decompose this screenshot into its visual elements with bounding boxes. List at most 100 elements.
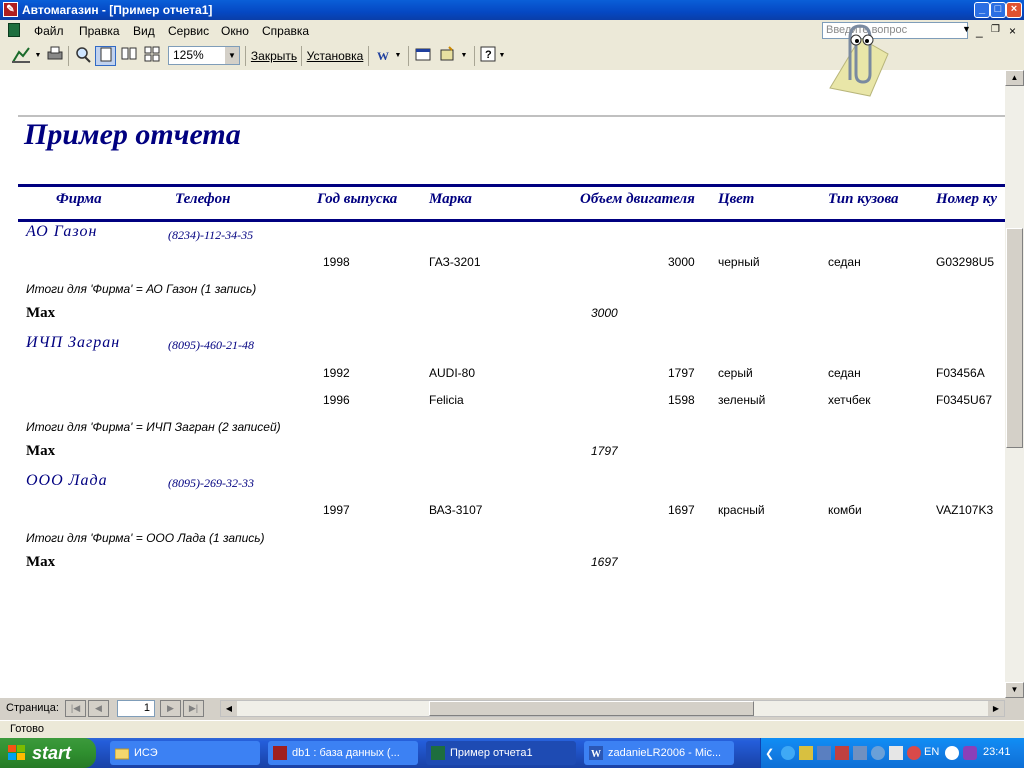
menu-view[interactable]: Вид bbox=[133, 24, 155, 38]
tray-messenger-icon[interactable] bbox=[963, 746, 977, 760]
group-phone: (8095)-460-21-48 bbox=[168, 338, 254, 352]
database-window-icon[interactable] bbox=[413, 46, 435, 66]
column-header: Год выпуска bbox=[317, 191, 398, 207]
cell-model: ВАЗ-3107 bbox=[429, 503, 483, 517]
scroll-right-icon[interactable]: ▶ bbox=[988, 701, 1004, 716]
form-icon[interactable] bbox=[8, 23, 20, 37]
taskbar-item[interactable]: ИСЭ bbox=[110, 741, 260, 765]
max-value: 1697 bbox=[591, 555, 618, 569]
column-header: Тип кузова bbox=[828, 191, 899, 207]
column-header: Фирма bbox=[56, 191, 102, 207]
next-page-icon[interactable]: ▶ bbox=[160, 700, 181, 717]
tray-app-icon[interactable] bbox=[781, 746, 795, 760]
scroll-down-icon[interactable]: ▼ bbox=[1005, 682, 1024, 698]
tray-search-icon[interactable] bbox=[945, 746, 959, 760]
tray-display-icon[interactable] bbox=[853, 746, 867, 760]
two-pages-icon[interactable] bbox=[118, 46, 139, 66]
new-object-icon[interactable] bbox=[437, 46, 459, 66]
ask-dropdown-icon[interactable]: ▼ bbox=[962, 24, 971, 34]
start-label: start bbox=[32, 743, 72, 763]
office-assistant-icon[interactable] bbox=[820, 18, 890, 98]
view-design-icon[interactable] bbox=[8, 46, 34, 66]
first-page-icon[interactable]: |◀ bbox=[65, 700, 86, 717]
mdi-minimize-button[interactable]: _ bbox=[976, 24, 983, 38]
cell-engine: 1697 bbox=[668, 503, 695, 517]
maximize-button[interactable]: □ bbox=[990, 2, 1006, 18]
mdi-restore-button[interactable]: ❐ bbox=[991, 24, 1000, 35]
scroll-left-icon[interactable]: ◀ bbox=[221, 701, 237, 716]
cell-number: VAZ107K3 bbox=[936, 503, 994, 517]
minimize-button[interactable]: _ bbox=[974, 2, 990, 18]
group-firm: ООО Лада bbox=[26, 472, 108, 489]
mdi-close-button[interactable]: × bbox=[1009, 24, 1016, 38]
folder-icon bbox=[115, 748, 129, 760]
page-setup-button[interactable]: Установка bbox=[305, 46, 365, 66]
zoom-combo[interactable]: 125% ▼ bbox=[168, 46, 240, 65]
cell-color: красный bbox=[718, 503, 765, 517]
tray-monitor-icon[interactable] bbox=[817, 746, 831, 760]
taskbar-item-active[interactable]: Пример отчета1 bbox=[426, 741, 576, 765]
vertical-scrollbar[interactable]: ▲ ▼ bbox=[1005, 70, 1024, 698]
close-button[interactable]: × bbox=[1006, 2, 1022, 18]
cell-model: ГАЗ-3201 bbox=[429, 255, 481, 269]
scroll-up-icon[interactable]: ▲ bbox=[1005, 70, 1024, 86]
view-dropdown-icon[interactable]: ▼ bbox=[34, 46, 42, 66]
close-preview-button[interactable]: Закрыть bbox=[249, 46, 299, 66]
tray-expand-icon[interactable]: ❮ bbox=[765, 747, 774, 760]
office-links-dropdown-icon[interactable]: ▼ bbox=[393, 46, 403, 66]
taskbar-item[interactable]: W zadanieLR2006 - Mic... bbox=[584, 741, 734, 765]
menu-edit[interactable]: Правка bbox=[79, 24, 120, 38]
taskbar-item-label: Пример отчета1 bbox=[450, 747, 533, 759]
cell-number: F0345U67 bbox=[936, 393, 993, 407]
group-total: Итоги для 'Фирма' = ИЧП Загран (2 записе… bbox=[26, 420, 281, 434]
cell-model: AUDI-80 bbox=[429, 366, 476, 380]
horizontal-scroll-thumb[interactable] bbox=[429, 701, 754, 716]
last-page-icon[interactable]: ▶| bbox=[183, 700, 204, 717]
column-header: Объем двигателя bbox=[580, 191, 695, 207]
cell-engine: 3000 bbox=[668, 255, 695, 269]
help-icon[interactable]: ? bbox=[478, 46, 498, 66]
svg-text:?: ? bbox=[485, 49, 492, 61]
taskbar-item[interactable]: db1 : база данных (... bbox=[268, 741, 418, 765]
cell-color: серый bbox=[718, 366, 753, 380]
zoom-icon[interactable] bbox=[72, 46, 94, 66]
one-page-icon[interactable] bbox=[95, 46, 116, 66]
office-links-word-icon[interactable]: W bbox=[373, 46, 393, 66]
page-number-input[interactable]: 1 bbox=[117, 700, 155, 717]
window-title: Автомагазин - [Пример отчета1] bbox=[22, 3, 213, 17]
menu-help[interactable]: Справка bbox=[262, 24, 309, 38]
zoom-value: 125% bbox=[173, 48, 204, 62]
print-icon[interactable] bbox=[44, 46, 66, 66]
new-object-dropdown-icon[interactable]: ▼ bbox=[459, 46, 469, 66]
toolbar-options-icon[interactable]: ▼ bbox=[498, 46, 506, 66]
tray-usb-icon[interactable] bbox=[889, 746, 903, 760]
tray-antivirus-icon[interactable] bbox=[907, 746, 921, 760]
language-indicator[interactable]: EN bbox=[924, 746, 939, 758]
cell-body: комби bbox=[828, 503, 862, 517]
previous-page-icon[interactable]: ◀ bbox=[88, 700, 109, 717]
tray-volume-icon[interactable] bbox=[871, 746, 885, 760]
access-app-icon[interactable]: ✎ bbox=[3, 2, 18, 17]
group-total: Итоги для 'Фирма' = ООО Лада (1 запись) bbox=[26, 531, 265, 545]
vertical-scroll-thumb[interactable] bbox=[1006, 228, 1023, 448]
column-header: Номер ку bbox=[936, 191, 998, 207]
zoom-dropdown-icon[interactable]: ▼ bbox=[225, 47, 239, 64]
word-icon: W bbox=[589, 746, 603, 760]
page-navigation-bar: Страница: |◀ ◀ 1 ▶ ▶| ◀ ▶ bbox=[0, 698, 1024, 720]
multiple-pages-icon[interactable] bbox=[141, 46, 162, 66]
tray-network-icon[interactable] bbox=[799, 746, 813, 760]
start-button[interactable]: start bbox=[0, 738, 96, 768]
report-preview: Пример отчета Фирма Телефон Год выпуска … bbox=[0, 70, 1005, 698]
header-bottom-rule bbox=[18, 219, 1005, 222]
tray-security-icon[interactable] bbox=[835, 746, 849, 760]
horizontal-scrollbar[interactable]: ◀ ▶ bbox=[220, 700, 1005, 717]
menu-window[interactable]: Окно bbox=[221, 24, 249, 38]
status-text: Готово bbox=[10, 723, 44, 735]
max-label: Max bbox=[26, 443, 56, 459]
title-bar: ✎ Автомагазин - [Пример отчета1] _ □ × bbox=[0, 0, 1024, 20]
group-firm: ИЧП Загран bbox=[26, 334, 121, 351]
report-icon bbox=[431, 746, 445, 760]
cell-year: 1997 bbox=[323, 503, 350, 517]
menu-tools[interactable]: Сервис bbox=[168, 24, 209, 38]
menu-file[interactable]: Файл bbox=[34, 24, 64, 38]
